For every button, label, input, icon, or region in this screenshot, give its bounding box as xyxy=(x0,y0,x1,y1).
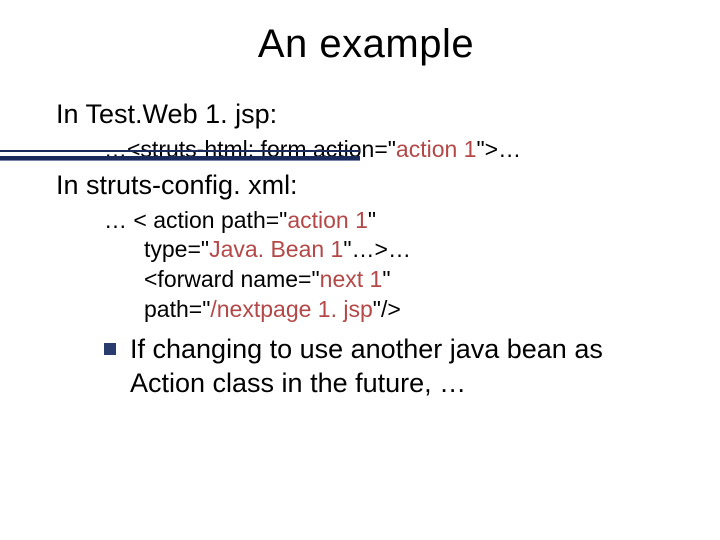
slide-title: An example xyxy=(56,22,676,67)
text: path=" xyxy=(144,296,210,322)
text-line-1: In Test.Web 1. jsp: xyxy=(56,97,676,132)
text-line-7: path="/nextpage 1. jsp"/> xyxy=(144,296,676,324)
text: <forward name=" xyxy=(144,266,320,292)
text: type=" xyxy=(144,236,209,262)
highlight: /nextpage 1. jsp xyxy=(210,296,372,322)
slide: An example In Test.Web 1. jsp: …<struts-… xyxy=(0,0,720,540)
text: ">… xyxy=(476,136,521,162)
highlight: action 1 xyxy=(396,136,477,162)
highlight: next 1 xyxy=(320,266,383,292)
text: … < action path=" xyxy=(104,207,287,233)
text-line-3: In struts-config. xml: xyxy=(56,168,676,203)
square-bullet-icon xyxy=(104,343,116,355)
text: "…>… xyxy=(343,236,411,262)
text-line-5: type="Java. Bean 1"…>… xyxy=(144,236,676,264)
text: " xyxy=(368,207,376,233)
text: "/> xyxy=(373,296,401,322)
slide-body: In Test.Web 1. jsp: …<struts-html: form … xyxy=(56,97,676,401)
text: " xyxy=(382,266,390,292)
highlight: Java. Bean 1 xyxy=(209,236,343,262)
highlight: action 1 xyxy=(287,207,368,233)
text-line-4: … < action path="action 1" xyxy=(104,207,676,235)
bullet-item: If changing to use another java bean as … xyxy=(104,333,676,401)
bullet-text: If changing to use another java bean as … xyxy=(130,333,676,401)
text-line-6: <forward name="next 1" xyxy=(144,266,676,294)
